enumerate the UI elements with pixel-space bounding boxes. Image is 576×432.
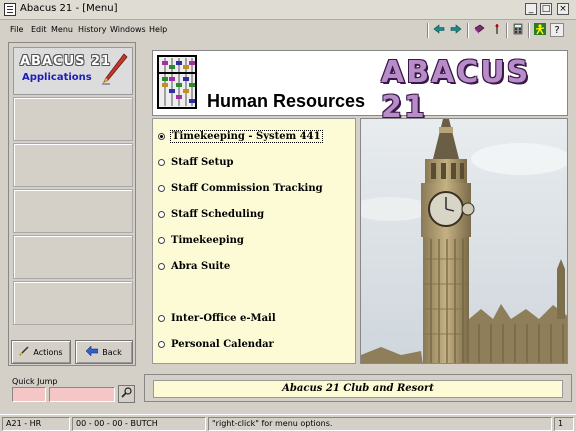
option-label: Abra Suite bbox=[171, 260, 231, 272]
radio-icon bbox=[158, 340, 165, 348]
close-icon[interactable]: × bbox=[557, 3, 569, 15]
menu-edit[interactable]: Edit bbox=[31, 25, 47, 34]
menu-menu[interactable]: Menu bbox=[51, 25, 73, 34]
help-question-icon[interactable]: ? bbox=[550, 23, 564, 37]
application-slot[interactable] bbox=[13, 143, 133, 187]
menu-bar: File Edit Menu History Windows Help ? bbox=[0, 20, 576, 40]
radio-selected-icon bbox=[158, 132, 165, 140]
brand-logo: ABACUS 21 bbox=[381, 55, 531, 125]
forward-arrow-icon[interactable] bbox=[449, 23, 463, 37]
quick-jump-label: Quick Jump bbox=[12, 377, 58, 386]
option-personal-calendar[interactable]: Personal Calendar bbox=[158, 336, 274, 352]
pen-icon bbox=[19, 346, 29, 358]
status-module: A21 - HR bbox=[2, 417, 70, 431]
option-label: Personal Calendar bbox=[171, 338, 274, 350]
status-user: 00 - 00 - 00 - BUTCH bbox=[72, 417, 206, 431]
menu-history[interactable]: History bbox=[78, 25, 106, 34]
option-staff-commission-tracking[interactable]: Staff Commission Tracking bbox=[158, 180, 323, 196]
book-icon[interactable] bbox=[472, 23, 486, 37]
application-slot[interactable] bbox=[13, 189, 133, 233]
window-title: Abacus 21 - [Menu] bbox=[20, 3, 118, 14]
person-icon[interactable] bbox=[533, 23, 547, 37]
applications-logo[interactable]: ABACUS 21 Applications bbox=[13, 47, 133, 95]
title-bar[interactable]: Abacus 21 - [Menu] _ □ × bbox=[0, 0, 576, 20]
option-label: Staff Scheduling bbox=[171, 208, 265, 220]
menu-windows[interactable]: Windows bbox=[110, 25, 146, 34]
radio-icon bbox=[158, 184, 165, 192]
option-timekeeping-system-441[interactable]: Timekeeping - System 441 bbox=[158, 128, 323, 144]
menu-file[interactable]: File bbox=[10, 25, 23, 34]
application-slot[interactable] bbox=[13, 235, 133, 279]
option-staff-scheduling[interactable]: Staff Scheduling bbox=[158, 206, 264, 222]
app-icon bbox=[4, 3, 16, 16]
actions-label: Actions bbox=[33, 347, 63, 357]
option-label: Timekeeping - System 441 bbox=[170, 129, 323, 143]
status-page: 1 bbox=[554, 417, 574, 431]
application-window: Abacus 21 - [Menu] _ □ × File Edit Menu … bbox=[0, 0, 576, 432]
option-staff-setup[interactable]: Staff Setup bbox=[158, 154, 233, 170]
footer-bar: Abacus 21 Club and Resort bbox=[144, 374, 572, 402]
option-label: Timekeeping bbox=[171, 234, 244, 246]
calculator-icon[interactable] bbox=[511, 23, 525, 37]
radio-icon bbox=[158, 236, 165, 244]
quick-jump-module-input[interactable] bbox=[12, 387, 46, 402]
option-label: Staff Commission Tracking bbox=[171, 182, 323, 194]
radio-icon bbox=[158, 210, 165, 218]
option-label: Staff Setup bbox=[171, 156, 234, 168]
radio-icon bbox=[158, 262, 165, 270]
option-inter-office-email[interactable]: Inter-Office e-Mail bbox=[158, 310, 276, 326]
applications-panel: ABACUS 21 Applications bbox=[8, 42, 136, 366]
clock-tower-photo bbox=[360, 118, 568, 364]
back-label: Back bbox=[102, 347, 122, 357]
application-slot[interactable] bbox=[13, 281, 133, 325]
minimize-icon[interactable]: _ bbox=[525, 3, 537, 15]
radio-icon bbox=[158, 158, 165, 166]
back-arrow-icon[interactable] bbox=[432, 23, 446, 37]
actions-button[interactable]: Actions bbox=[11, 340, 71, 364]
menu-options-panel: Timekeeping - System 441 Staff Setup Sta… bbox=[152, 118, 356, 364]
maximize-icon[interactable]: □ bbox=[540, 3, 552, 15]
quick-jump-option-input[interactable] bbox=[49, 387, 115, 402]
radio-icon bbox=[158, 314, 165, 322]
status-hint: "right-click" for menu options. bbox=[208, 417, 552, 431]
left-arrow-icon bbox=[85, 345, 99, 358]
option-label: Inter-Office e-Mail bbox=[171, 312, 276, 324]
back-button[interactable]: Back bbox=[75, 340, 133, 364]
bell-icon[interactable] bbox=[490, 23, 504, 37]
module-title: Human Resources bbox=[207, 91, 366, 111]
quill-pen-icon bbox=[102, 53, 128, 85]
logo-subtitle: Applications bbox=[22, 72, 92, 83]
status-bar: A21 - HR 00 - 00 - 00 - BUTCH "right-cli… bbox=[0, 414, 576, 432]
application-slot[interactable] bbox=[13, 97, 133, 141]
menu-help[interactable]: Help bbox=[149, 25, 167, 34]
option-timekeeping[interactable]: Timekeeping bbox=[158, 232, 244, 248]
module-header: Human Resources ABACUS 21 bbox=[152, 50, 568, 125]
option-abra-suite[interactable]: Abra Suite bbox=[158, 258, 230, 274]
abacus-icon bbox=[157, 55, 197, 109]
company-name: Abacus 21 Club and Resort bbox=[153, 380, 563, 398]
search-icon[interactable] bbox=[118, 385, 135, 403]
